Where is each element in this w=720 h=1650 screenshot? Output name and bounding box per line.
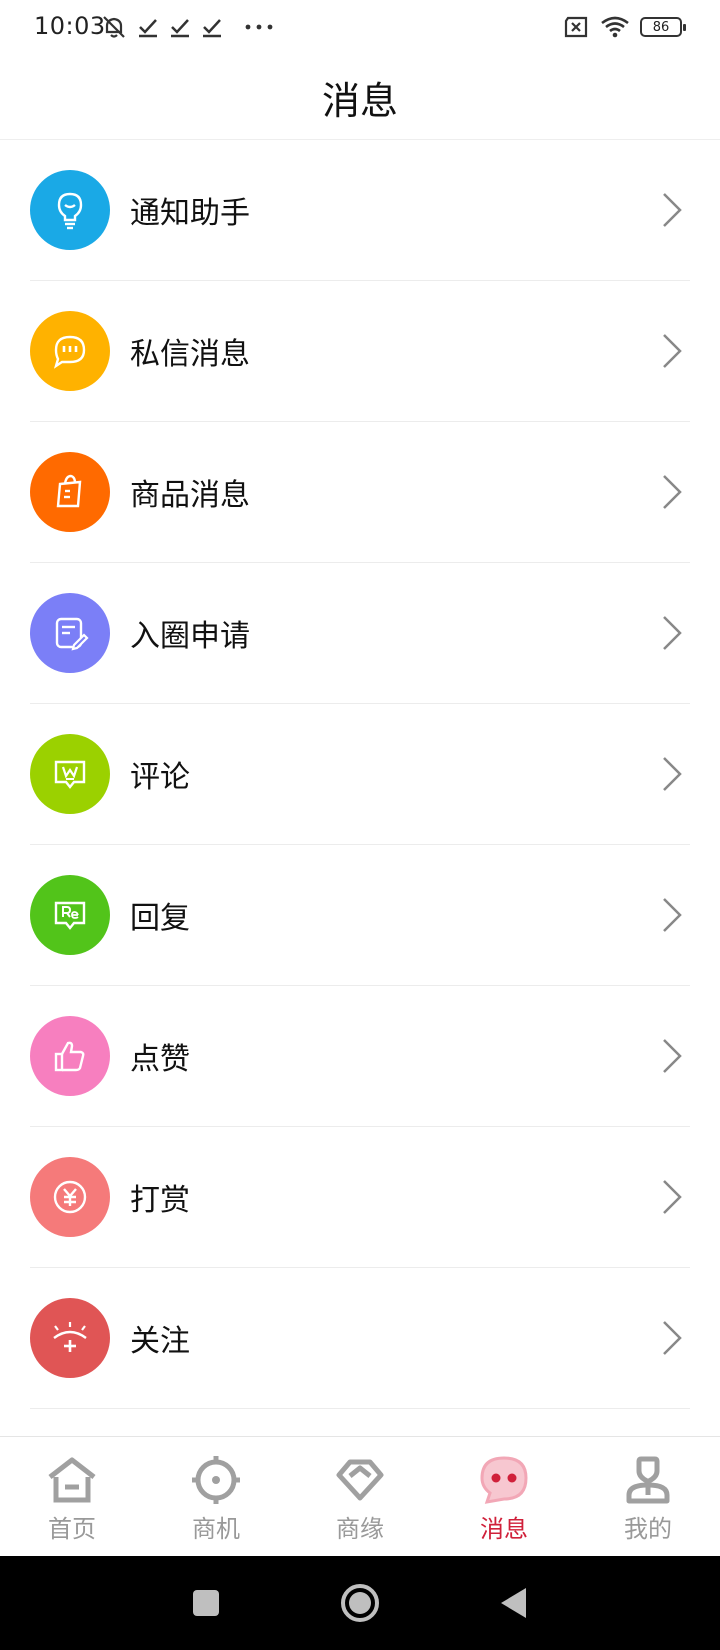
target-icon <box>192 1456 240 1504</box>
tab-label: 我的 <box>624 1515 672 1543</box>
list-item-label: 通知助手 <box>130 196 250 231</box>
status-time: 10:03 <box>34 12 106 40</box>
tab-connections[interactable]: 商缘 <box>288 1437 432 1556</box>
chat-bubble-icon <box>30 311 110 391</box>
back-button[interactable] <box>499 1586 529 1620</box>
list-item-label: 关注 <box>130 1324 190 1359</box>
list-item-label: 点赞 <box>130 1042 190 1077</box>
status-bar: 10:03 86 <box>0 0 720 56</box>
list-item-like[interactable]: 点赞 <box>30 986 690 1127</box>
page-title: 消息 <box>321 79 398 123</box>
recents-button[interactable] <box>191 1588 221 1618</box>
chevron-right-icon <box>663 1180 682 1214</box>
message-category-list: 通知助手 私信消息 商品消息 入圈申请 评论 回复 点赞 打赏 关注 <box>0 140 720 1409</box>
list-item-follow[interactable]: 关注 <box>30 1268 690 1409</box>
bottom-tab-bar: 首页 商机 商缘 消息 我的 <box>0 1436 720 1556</box>
profile-icon <box>626 1456 670 1504</box>
list-item-label: 回复 <box>130 901 190 936</box>
form-edit-icon <box>30 593 110 673</box>
handshake-icon <box>336 1459 384 1501</box>
lightbulb-icon <box>30 170 110 250</box>
message-icon <box>480 1456 528 1504</box>
more-dots-icon <box>245 24 273 30</box>
chevron-right-icon <box>663 475 682 509</box>
status-right-icons: 86 <box>562 10 686 44</box>
chevron-right-icon <box>663 193 682 227</box>
list-item-label: 打赏 <box>130 1183 190 1218</box>
wifi-icon <box>601 16 629 38</box>
list-item-label: 私信消息 <box>130 337 250 372</box>
check-icon <box>203 19 221 38</box>
muted-bell-icon <box>103 16 125 38</box>
chevron-right-icon <box>663 1321 682 1355</box>
tab-label: 商缘 <box>336 1515 384 1543</box>
chevron-right-icon <box>663 898 682 932</box>
check-icon <box>139 19 157 38</box>
chevron-right-icon <box>663 334 682 368</box>
list-item-reply[interactable]: 回复 <box>30 845 690 986</box>
eye-plus-icon <box>30 1298 110 1378</box>
home-button[interactable] <box>339 1582 381 1624</box>
tab-label: 消息 <box>480 1515 528 1543</box>
system-navigation-bar <box>0 1556 720 1650</box>
thumbs-up-icon <box>30 1016 110 1096</box>
tab-home[interactable]: 首页 <box>0 1437 144 1556</box>
list-item-product-message[interactable]: 商品消息 <box>30 422 690 563</box>
header: 消息 <box>0 56 720 140</box>
tab-messages[interactable]: 消息 <box>432 1437 576 1556</box>
tab-profile[interactable]: 我的 <box>576 1437 720 1556</box>
reply-icon <box>30 875 110 955</box>
shopping-bag-icon <box>30 452 110 532</box>
home-icon <box>48 1457 96 1503</box>
tab-label: 首页 <box>48 1515 96 1543</box>
tab-opportunities[interactable]: 商机 <box>144 1437 288 1556</box>
yen-coin-icon <box>30 1157 110 1237</box>
tab-label: 商机 <box>192 1515 240 1543</box>
battery-icon: 86 <box>640 17 686 37</box>
list-item-comment[interactable]: 评论 <box>30 704 690 845</box>
chevron-right-icon <box>663 616 682 650</box>
battery-level: 86 <box>652 19 670 35</box>
status-left-icons <box>100 10 276 44</box>
chevron-right-icon <box>663 757 682 791</box>
check-icon <box>171 19 189 38</box>
list-item-join-request[interactable]: 入圈申请 <box>30 563 690 704</box>
list-item-notification-assistant[interactable]: 通知助手 <box>30 140 690 281</box>
list-item-tip[interactable]: 打赏 <box>30 1127 690 1268</box>
list-item-label: 入圈申请 <box>130 619 250 654</box>
list-item-label: 评论 <box>130 760 190 795</box>
chevron-right-icon <box>663 1039 682 1073</box>
list-item-label: 商品消息 <box>130 478 250 513</box>
no-sim-icon <box>564 16 588 38</box>
list-item-private-message[interactable]: 私信消息 <box>30 281 690 422</box>
comment-icon <box>30 734 110 814</box>
